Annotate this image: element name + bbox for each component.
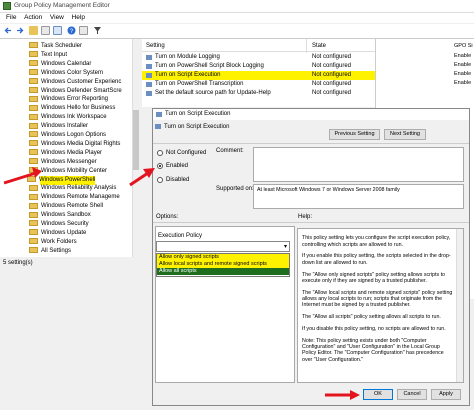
arrow-to-ok [325, 390, 360, 400]
annotation-arrows [3, 167, 360, 400]
arrow-to-powershell [3, 167, 42, 185]
arrow-to-enabled [129, 168, 155, 187]
